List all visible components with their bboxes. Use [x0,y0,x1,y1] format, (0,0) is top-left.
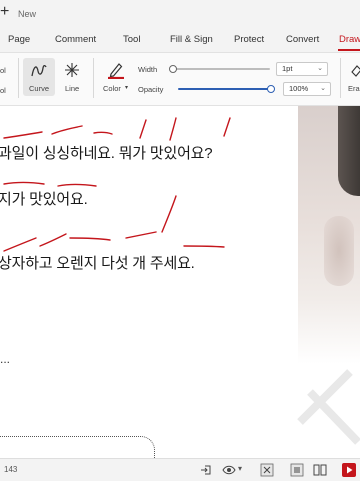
ink-stroke [69,237,111,241]
ribbon-left-label-2[interactable]: ol [0,86,6,95]
ink-stroke [39,233,67,247]
ribbon-left-label-1[interactable]: ol [0,66,6,75]
ink-stroke [125,231,157,239]
slideshow-play-icon[interactable] [342,463,356,477]
menu-bar: Page Comment Tool Fill & Sign Protect Co… [0,28,360,53]
active-tab-indicator [338,49,360,51]
ink-stroke [3,181,45,185]
tab-draw[interactable]: Draw [339,34,360,45]
status-bar: 143 ▾ [0,458,360,481]
tab-tool[interactable]: Tool [123,34,140,45]
pen-color-icon[interactable] [107,61,125,79]
title-bar: + New [0,0,360,28]
tab-protect[interactable]: Protect [234,34,264,45]
chevron-down-icon[interactable]: ▾ [238,464,242,473]
opacity-label: Opacity [138,85,164,94]
ribbon-separator [18,58,19,98]
width-slider-track[interactable] [174,68,270,70]
eraser-label[interactable]: Era [348,84,360,93]
exit-icon[interactable] [200,464,212,476]
eraser-icon[interactable] [350,63,360,77]
tab-convert[interactable]: Convert [286,34,319,45]
tab-comment[interactable]: Comment [55,34,96,45]
two-page-view-icon[interactable] [313,463,327,477]
ink-stroke [3,131,43,139]
chevron-down-icon[interactable]: ▾ [125,84,128,91]
ink-stroke [93,131,113,135]
tab-page[interactable]: Page [8,34,30,45]
ribbon-separator [340,58,341,98]
opacity-value: 100% [289,84,309,93]
ink-stroke [51,125,83,135]
width-label: Width [138,65,158,74]
color-dropdown-label[interactable]: Color [103,84,121,93]
width-value: 1pt [282,64,293,73]
curve-icon [31,64,47,77]
curve-tool-label[interactable]: Curve [29,84,49,93]
line-tool-icon[interactable] [64,62,80,78]
chevron-down-icon: ⌄ [320,85,326,92]
single-page-view-icon[interactable] [290,463,304,477]
fit-page-icon[interactable] [260,463,274,477]
tab-fill-sign[interactable]: Fill & Sign [170,34,213,45]
ink-stroke [183,245,225,248]
opacity-dropdown[interactable]: 100% ⌄ [283,82,331,96]
chevron-down-icon: ⌄ [317,65,323,72]
ink-stroke [57,183,97,187]
width-slider-thumb[interactable] [169,65,177,73]
opacity-slider-track[interactable] [178,88,270,90]
page-indicator: 143 [4,465,18,474]
dotted-callout-border [0,436,155,458]
new-tab-label[interactable]: New [18,9,36,19]
ink-stroke [161,195,177,233]
opacity-slider-thumb[interactable] [267,85,275,93]
ink-stroke [169,117,177,141]
new-tab-icon[interactable]: + [0,3,9,21]
width-dropdown[interactable]: 1pt ⌄ [276,62,328,76]
ribbon-separator [93,58,94,98]
background-cross-lines [297,369,360,445]
ink-stroke [139,119,147,139]
eye-icon[interactable] [222,464,236,476]
ink-stroke [223,117,231,137]
line-tool-label[interactable]: Line [65,84,79,93]
document-canvas[interactable]: 과일이 싱싱하네요. 뭐가 맛있어요? 지가 맛있어요. 상자하고 오렌지 다섯… [0,106,360,458]
ink-stroke [3,237,37,252]
